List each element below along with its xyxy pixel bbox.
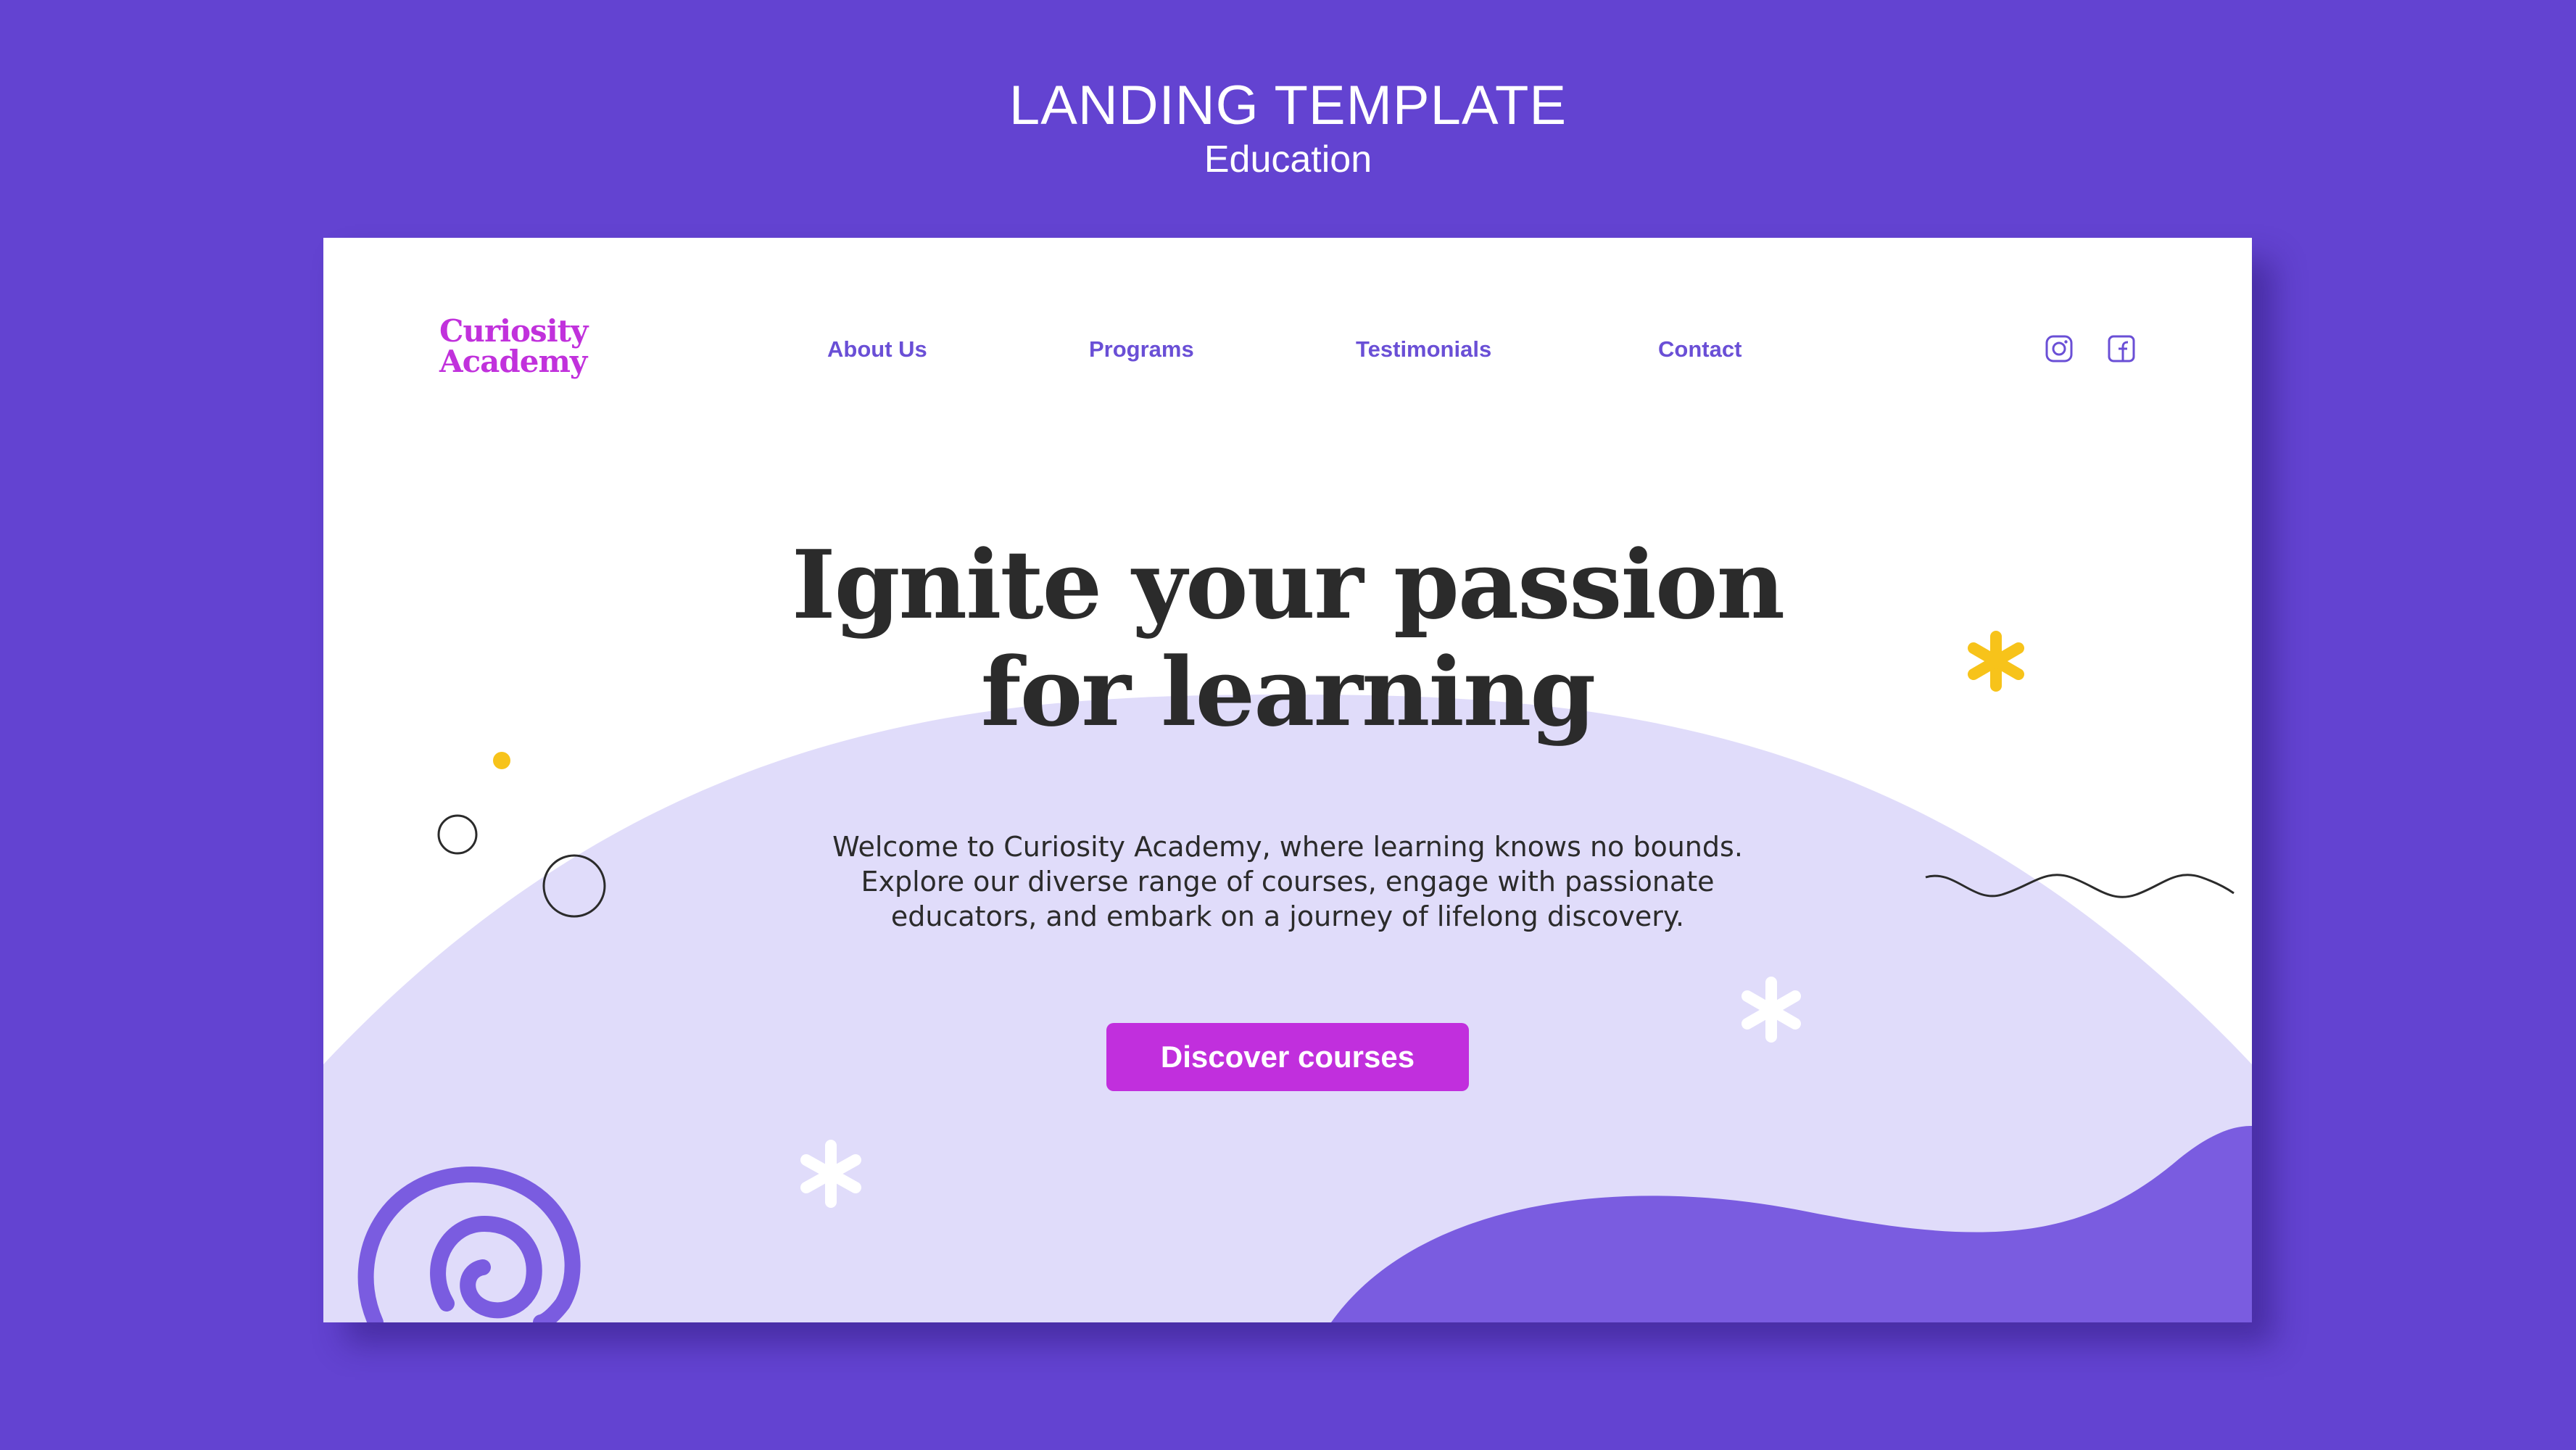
nav-testimonials[interactable]: Testimonials — [1356, 336, 1491, 362]
light-blob-shape — [323, 695, 2252, 1322]
hero-headline-line2: for learning — [980, 637, 1596, 747]
nav-programs[interactable]: Programs — [1089, 336, 1194, 362]
template-subtitle: Education — [1204, 138, 1372, 181]
hero-intro-text: Welcome to Curiosity Academy, where lear… — [323, 829, 2252, 934]
instagram-icon[interactable] — [2045, 334, 2074, 363]
hero-headline-line1: Ignite your passion — [791, 529, 1785, 640]
nav-contact[interactable]: Contact — [1658, 336, 1742, 362]
template-title: LANDING TEMPLATE — [1009, 75, 1567, 136]
discover-courses-button[interactable]: Discover courses — [1106, 1023, 1469, 1091]
brand-logo-line1: Curiosity — [439, 313, 588, 349]
brand-logo[interactable]: Curiosity Academy — [439, 313, 588, 379]
nav-about-us[interactable]: About Us — [827, 336, 927, 362]
hero-intro-line1: Welcome to Curiosity Academy, where lear… — [832, 831, 1743, 863]
landing-page-card: Curiosity Academy About Us Programs Test… — [323, 238, 2252, 1322]
brand-logo-line2: Academy — [439, 344, 587, 379]
hero-headline: Ignite your passion for learning — [323, 531, 2252, 746]
background-decoration — [323, 631, 2252, 1322]
hero-intro-line2: Explore our diverse range of courses, en… — [861, 866, 1715, 898]
yellow-dot — [493, 752, 510, 769]
hero-intro-line3: educators, and embark on a journey of li… — [890, 900, 1685, 932]
facebook-icon[interactable] — [2107, 334, 2136, 363]
